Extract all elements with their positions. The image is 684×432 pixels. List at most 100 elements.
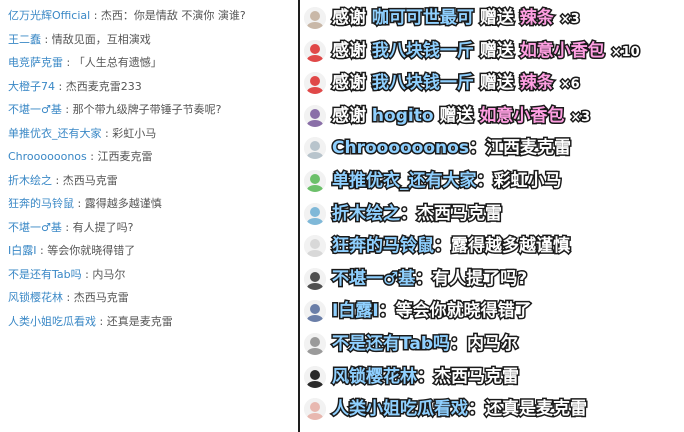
chat-separator: : (63, 56, 74, 69)
gift-thanks: 感谢 (331, 39, 368, 62)
danmaku-username[interactable]: 风锁樱花林 (331, 365, 419, 388)
gift-sender[interactable]: 咖可可世最可 (370, 7, 475, 30)
danmaku-content: 还真是麦克雷 (484, 398, 589, 421)
chat-text: 那个带九级牌子带锤子节奏呢? (72, 103, 222, 116)
chat-username[interactable]: 风锁樱花林 (8, 291, 63, 304)
gift-sender[interactable]: hogito (370, 104, 435, 127)
chat-username[interactable]: 单推优衣_还有大家 (8, 127, 102, 140)
chat-separator: : (61, 103, 73, 116)
danmaku-text: 风锁樱花林：杰西马克雷 (331, 364, 521, 390)
chat-separator: : (63, 291, 74, 304)
danmaku-content: 江西麦克雷 (484, 137, 572, 160)
gift-name: 如意小香包 (518, 39, 606, 62)
gift-verb: 赠送 (478, 7, 515, 30)
chat-username[interactable]: 王二蠢 (8, 33, 41, 46)
gift-text: 感谢 hogito 赠送 如意小香包 ×3 (331, 103, 592, 129)
danmaku-message: I白露I：等会你就晓得错了 (300, 297, 684, 325)
danmaku-text: 人类小姐吃瓜看戏：还真是麦克雷 (331, 396, 589, 422)
chat-username[interactable]: 不堪一♂基 (8, 221, 62, 234)
user-avatar[interactable] (304, 333, 326, 355)
danmaku-text: Chroooooonos：江西麦克雷 (331, 135, 573, 161)
gift-notification: 感谢 咖可可世最可 赠送 辣条 ×3 (300, 4, 684, 32)
gift-count: ×10 (609, 43, 641, 61)
chat-text: 杰西马克雷 (73, 291, 129, 304)
danmaku-username[interactable]: 不是还有Tab吗 (330, 333, 451, 356)
chat-separator: : (101, 126, 113, 140)
danmaku-text: 不堪一♂基：有人提了吗? (330, 266, 529, 292)
chat-text: 杰西麦克雷233 (65, 79, 142, 93)
gift-name: 辣条 (518, 72, 555, 95)
chat-username[interactable]: Chroooooonos (8, 150, 87, 163)
danmaku-content: 等会你就晓得错了 (394, 300, 533, 323)
chat-username[interactable]: 电竞萨克雷 (8, 56, 63, 69)
danmaku-message: 风锁樱花林：杰西马克雷 (300, 363, 684, 391)
gift-notification: 感谢 我八块钱一斤 赠送 如意小香包 ×10 (300, 37, 684, 65)
chat-separator: : (52, 173, 63, 187)
danmaku-message: 不是还有Tab吗：内马尔 (300, 330, 684, 358)
chat-message: 风锁樱花林 : 杰西马克雷 (8, 289, 296, 307)
danmaku-content: 杰西马克雷 (433, 365, 521, 388)
user-avatar[interactable] (304, 235, 326, 258)
gift-verb: 赠送 (438, 104, 475, 127)
chat-message: 人类小姐吃瓜看戏 : 还真是麦克雷 (8, 313, 296, 331)
chat-username[interactable]: I白露I (8, 244, 37, 257)
chat-text: 情敌见面，互相演戏 (51, 32, 151, 46)
user-avatar[interactable] (304, 398, 326, 421)
danmaku-text: 狂奔的马铃鼠：露得越多越谨慎 (331, 233, 572, 259)
chat-username[interactable]: 不堪一♂基 (8, 103, 62, 116)
chat-text: 露得越多越谨慎 (84, 197, 162, 210)
user-avatar[interactable] (304, 7, 326, 29)
gift-count: ×3 (558, 11, 581, 29)
gift-sender[interactable]: 我八块钱一斤 (370, 39, 475, 62)
user-avatar[interactable] (304, 202, 326, 225)
live-danmaku-overlay: 感谢 咖可可世最可 赠送 辣条 ×3 感谢 我八块钱一斤 赠送 如意小香包 ×10… (300, 0, 684, 432)
chat-separator: : (90, 9, 101, 22)
gift-verb: 赠送 (478, 39, 515, 62)
danmaku-separator: ： (416, 365, 436, 388)
user-avatar[interactable] (304, 170, 326, 192)
chat-username[interactable]: 不是还有Tab吗 (8, 268, 82, 281)
danmaku-content: 露得越多越谨慎 (450, 235, 572, 258)
danmaku-username[interactable]: 人类小姐吃瓜看戏 (331, 398, 470, 421)
user-avatar[interactable] (304, 104, 326, 127)
chat-username[interactable]: 狂奔的马铃鼠 (8, 197, 74, 210)
danmaku-username[interactable]: 折木绘之 (331, 202, 402, 225)
danmaku-username[interactable]: 不堪一♂基 (330, 267, 416, 290)
gift-name: 如意小香包 (478, 104, 566, 127)
danmaku-username[interactable]: 单推优衣_还有大家 (331, 170, 478, 193)
chat-separator: : (81, 267, 93, 281)
danmaku-username[interactable]: 狂奔的马铃鼠 (331, 235, 436, 258)
chat-text: 彩虹小马 (112, 126, 157, 140)
user-avatar[interactable] (304, 72, 326, 95)
chat-message: 不堪一♂基 : 那个带九级牌子带锤子节奏呢? (8, 101, 296, 119)
danmaku-separator: ： (475, 170, 495, 193)
user-avatar[interactable] (304, 267, 326, 290)
chat-separator: : (86, 150, 98, 163)
danmaku-separator: ： (467, 398, 487, 421)
chat-message: 电竞萨克雷 : 「人生总有遗憾」 (8, 54, 296, 72)
chat-separator: : (96, 314, 107, 328)
chat-message: 不堪一♂基 : 有人提了吗? (8, 219, 296, 237)
user-avatar[interactable] (304, 365, 326, 388)
chat-username[interactable]: 大橙子74 (8, 80, 55, 93)
danmaku-username[interactable]: Chroooooonos (331, 137, 471, 160)
user-avatar[interactable] (304, 39, 326, 62)
chat-message: Chroooooonos : 江西麦克雷 (8, 148, 296, 166)
chat-separator: : (55, 79, 66, 93)
chat-text: 还真是麦克雷 (106, 314, 173, 328)
danmaku-text: 不是还有Tab吗：内马尔 (330, 331, 519, 357)
gift-thanks: 感谢 (331, 72, 368, 95)
danmaku-content: 有人提了吗? (431, 267, 529, 290)
chat-text: 杰西：你是情敌 不演你 演谁? (100, 9, 246, 22)
danmaku-text: 折木绘之：杰西马克雷 (331, 201, 504, 227)
chat-username[interactable]: 折木绘之 (8, 174, 52, 187)
user-avatar[interactable] (304, 137, 326, 160)
chat-username[interactable]: 人类小姐吃瓜看戏 (8, 315, 96, 328)
danmaku-username[interactable]: I白露I (331, 300, 381, 323)
user-avatar[interactable] (304, 300, 326, 323)
chat-username[interactable]: 亿万光辉Official (8, 9, 90, 22)
gift-thanks: 感谢 (331, 7, 368, 30)
gift-sender[interactable]: 我八块钱一斤 (370, 72, 475, 95)
gift-count: ×6 (558, 76, 581, 94)
chat-message: 狂奔的马铃鼠 : 露得越多越谨慎 (8, 195, 296, 213)
